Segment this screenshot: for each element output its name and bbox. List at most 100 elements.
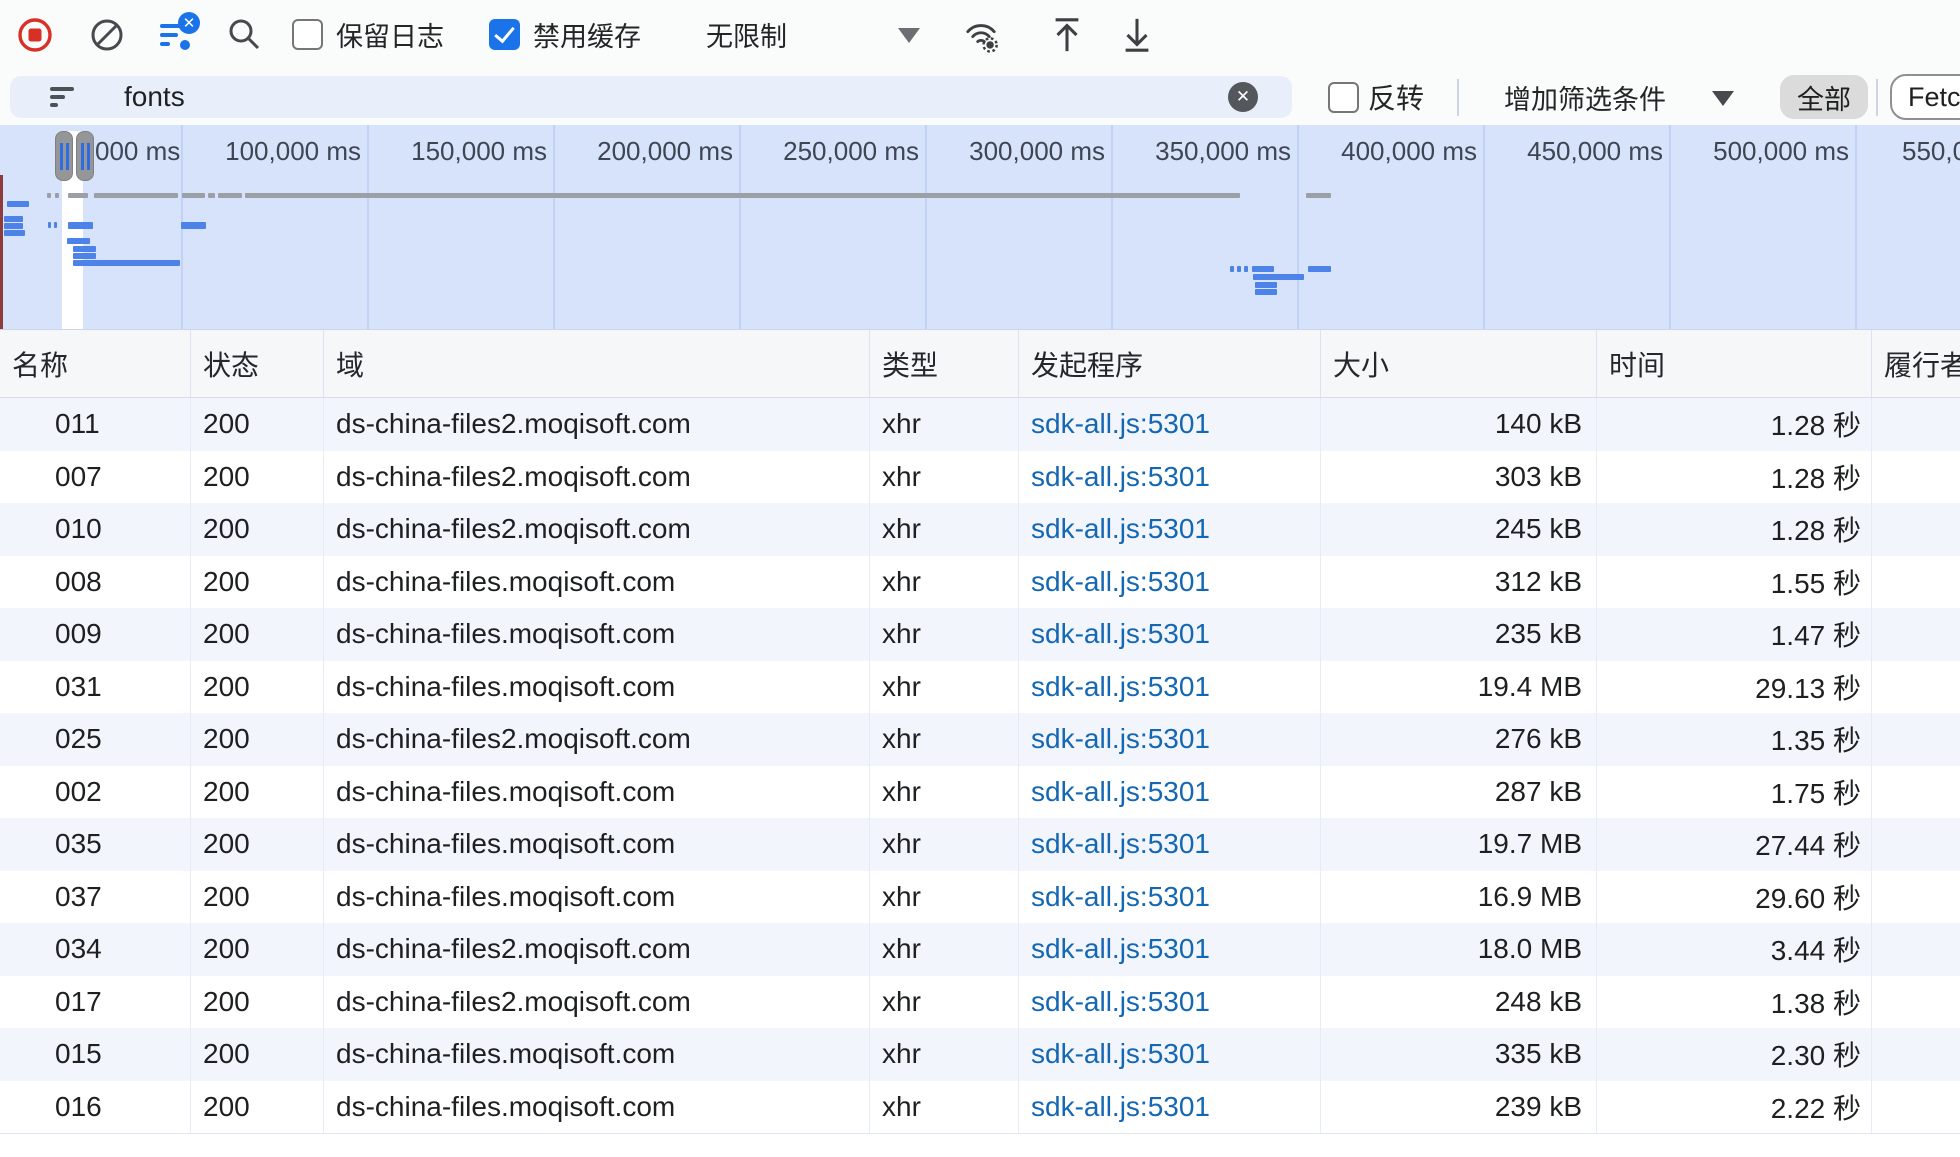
initiator-link[interactable]: sdk-all.js:5301 bbox=[1031, 513, 1210, 545]
cell-name: 008 bbox=[0, 556, 190, 609]
network-conditions-button[interactable] bbox=[962, 16, 1000, 54]
request-table-header: 名称状态域类型发起程序大小时间履行者 bbox=[0, 330, 1960, 398]
initiator-link[interactable]: sdk-all.js:5301 bbox=[1031, 933, 1210, 965]
disable-cache-checkbox[interactable] bbox=[489, 19, 520, 50]
filter-toggle-button[interactable]: ✕ bbox=[158, 16, 196, 54]
waterfall-bar bbox=[181, 222, 206, 229]
initiator-link[interactable]: sdk-all.js:5301 bbox=[1031, 461, 1210, 493]
column-header-fulfilled[interactable]: 履行者 bbox=[1871, 330, 1960, 397]
cell-fulfilled bbox=[1871, 713, 1960, 766]
timeline-gridline bbox=[553, 125, 555, 330]
column-header-size[interactable]: 大小 bbox=[1320, 330, 1596, 397]
request-row[interactable]: 034200ds-china-files2.moqisoft.comxhrsdk… bbox=[0, 923, 1960, 976]
request-row[interactable]: 015200ds-china-files.moqisoft.comxhrsdk-… bbox=[0, 1028, 1960, 1081]
initiator-link[interactable]: sdk-all.js:5301 bbox=[1031, 566, 1210, 598]
timeline-label: 300,000 ms bbox=[969, 136, 1105, 167]
column-header-status[interactable]: 状态 bbox=[190, 330, 323, 397]
timeline-label: 450,000 ms bbox=[1527, 136, 1663, 167]
request-row[interactable]: 037200ds-china-files.moqisoft.comxhrsdk-… bbox=[0, 871, 1960, 924]
timeline-label: 000 ms bbox=[95, 136, 180, 167]
timeline-gridline bbox=[1297, 125, 1299, 330]
search-button[interactable] bbox=[226, 16, 264, 54]
filter-chip-all[interactable]: 全部 bbox=[1780, 75, 1868, 119]
request-row[interactable]: 031200ds-china-files.moqisoft.comxhrsdk-… bbox=[0, 661, 1960, 714]
cell-size: 18.0 MB bbox=[1320, 923, 1596, 976]
preserve-log-checkbox[interactable] bbox=[292, 19, 323, 50]
cell-time: 2.22 秒 bbox=[1596, 1081, 1871, 1134]
waterfall-bar bbox=[1237, 266, 1241, 272]
record-button[interactable] bbox=[16, 16, 54, 54]
timeline-label: 550,0 bbox=[1902, 136, 1960, 167]
column-header-type[interactable]: 类型 bbox=[869, 330, 1018, 397]
cell-initiator: sdk-all.js:5301 bbox=[1018, 608, 1320, 661]
initiator-link[interactable]: sdk-all.js:5301 bbox=[1031, 618, 1210, 650]
cell-size: 335 kB bbox=[1320, 1028, 1596, 1081]
timeline-start-marker bbox=[0, 175, 3, 330]
more-filters-dropdown[interactable]: 增加筛选条件 bbox=[1504, 69, 1666, 125]
cell-status: 200 bbox=[190, 766, 323, 819]
cell-domain: ds-china-files2.moqisoft.com bbox=[323, 923, 869, 976]
cell-type: xhr bbox=[869, 818, 1018, 871]
cell-domain: ds-china-files.moqisoft.com bbox=[323, 661, 869, 714]
request-row[interactable]: 002200ds-china-files.moqisoft.comxhrsdk-… bbox=[0, 766, 1960, 819]
invert-label[interactable]: 反转 bbox=[1368, 69, 1424, 125]
disable-cache-label[interactable]: 禁用缓存 bbox=[533, 0, 641, 69]
initiator-link[interactable]: sdk-all.js:5301 bbox=[1031, 828, 1210, 860]
initiator-link[interactable]: sdk-all.js:5301 bbox=[1031, 671, 1210, 703]
request-row[interactable]: 016200ds-china-files.moqisoft.comxhrsdk-… bbox=[0, 1081, 1960, 1134]
request-row[interactable]: 011200ds-china-files2.moqisoft.comxhrsdk… bbox=[0, 398, 1960, 451]
initiator-link[interactable]: sdk-all.js:5301 bbox=[1031, 723, 1210, 755]
clear-button[interactable] bbox=[88, 16, 126, 54]
cell-status: 200 bbox=[190, 608, 323, 661]
cell-fulfilled bbox=[1871, 1081, 1960, 1134]
initiator-link[interactable]: sdk-all.js:5301 bbox=[1031, 1091, 1210, 1123]
initiator-link[interactable]: sdk-all.js:5301 bbox=[1031, 881, 1210, 913]
filter-chip-fetch[interactable]: Fetch bbox=[1890, 74, 1960, 120]
preserve-log-label[interactable]: 保留日志 bbox=[336, 0, 444, 69]
initiator-link[interactable]: sdk-all.js:5301 bbox=[1031, 776, 1210, 808]
timeline-right-handle[interactable] bbox=[76, 131, 94, 181]
export-har-button[interactable] bbox=[1118, 16, 1156, 54]
initiator-link[interactable]: sdk-all.js:5301 bbox=[1031, 1038, 1210, 1070]
invert-checkbox[interactable] bbox=[1328, 82, 1359, 113]
request-row[interactable]: 007200ds-china-files2.moqisoft.comxhrsdk… bbox=[0, 451, 1960, 504]
cell-initiator: sdk-all.js:5301 bbox=[1018, 503, 1320, 556]
cell-initiator: sdk-all.js:5301 bbox=[1018, 661, 1320, 714]
request-row[interactable]: 010200ds-china-files2.moqisoft.comxhrsdk… bbox=[0, 503, 1960, 556]
timeline-overview[interactable]: 000 ms100,000 ms150,000 ms200,000 ms250,… bbox=[0, 125, 1960, 330]
filter-clear-button[interactable]: ✕ bbox=[1228, 82, 1258, 112]
cell-size: 303 kB bbox=[1320, 451, 1596, 504]
divider bbox=[1876, 79, 1878, 116]
cell-type: xhr bbox=[869, 451, 1018, 504]
cell-size: 140 kB bbox=[1320, 398, 1596, 451]
column-header-time[interactable]: 时间 bbox=[1596, 330, 1871, 397]
column-header-domain[interactable]: 域 bbox=[323, 330, 869, 397]
more-filters-arrow-icon[interactable] bbox=[1712, 91, 1734, 106]
column-header-initiator[interactable]: 发起程序 bbox=[1018, 330, 1320, 397]
filter-input[interactable]: fonts bbox=[10, 76, 1292, 118]
waterfall-bar bbox=[182, 193, 205, 198]
request-row[interactable]: 009200ds-china-files.moqisoft.comxhrsdk-… bbox=[0, 608, 1960, 661]
throttling-select[interactable]: 无限制 bbox=[706, 0, 787, 69]
cell-time: 1.75 秒 bbox=[1596, 766, 1871, 819]
cell-domain: ds-china-files.moqisoft.com bbox=[323, 1028, 869, 1081]
column-header-name[interactable]: 名称 bbox=[0, 330, 190, 397]
request-row[interactable]: 035200ds-china-files.moqisoft.comxhrsdk-… bbox=[0, 818, 1960, 871]
cell-fulfilled bbox=[1871, 1028, 1960, 1081]
waterfall-bar bbox=[1244, 266, 1248, 272]
initiator-link[interactable]: sdk-all.js:5301 bbox=[1031, 408, 1210, 440]
initiator-link[interactable]: sdk-all.js:5301 bbox=[1031, 986, 1210, 1018]
request-row[interactable]: 008200ds-china-files.moqisoft.comxhrsdk-… bbox=[0, 556, 1960, 609]
cell-name: 016 bbox=[0, 1081, 190, 1134]
waterfall-bar bbox=[68, 222, 93, 229]
waterfall-bar bbox=[48, 222, 51, 228]
cell-status: 200 bbox=[190, 713, 323, 766]
cell-name: 007 bbox=[0, 451, 190, 504]
cell-name: 002 bbox=[0, 766, 190, 819]
waterfall-bar bbox=[1253, 274, 1304, 280]
throttling-dropdown-arrow-icon[interactable] bbox=[898, 28, 920, 43]
timeline-left-handle[interactable] bbox=[55, 131, 73, 181]
request-row[interactable]: 017200ds-china-files2.moqisoft.comxhrsdk… bbox=[0, 976, 1960, 1029]
import-har-button[interactable] bbox=[1048, 16, 1086, 54]
request-row[interactable]: 025200ds-china-files2.moqisoft.comxhrsdk… bbox=[0, 713, 1960, 766]
